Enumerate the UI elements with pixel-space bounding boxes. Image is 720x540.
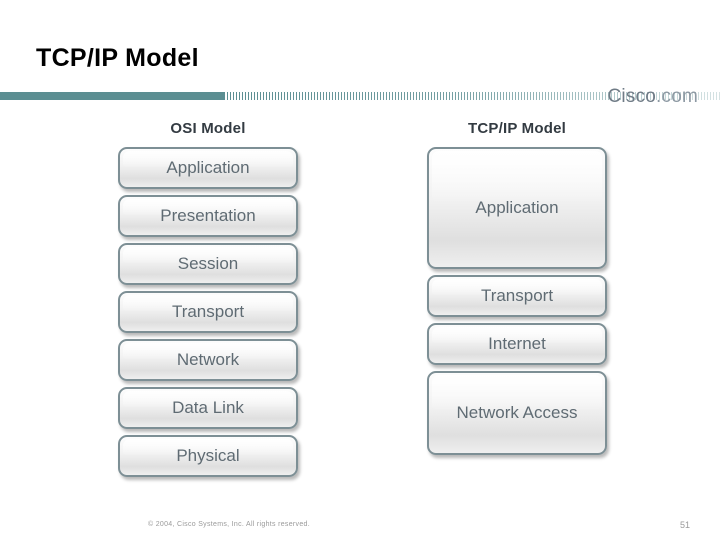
osi-model-column: OSI Model Application Presentation Sessi…	[118, 120, 298, 483]
osi-layer-data-link-label: Data Link	[172, 397, 244, 417]
osi-layer-presentation: Presentation	[118, 195, 298, 237]
osi-model-heading: OSI Model	[170, 120, 246, 137]
tcpip-layer-application: Application	[427, 147, 607, 269]
tcpip-layer-internet-label: Internet	[488, 333, 546, 353]
osi-layer-transport: Transport	[118, 291, 298, 333]
slide: TCP/IP Model Cisco.com OSI Model Applica…	[0, 0, 720, 540]
cisco-logo: Cisco.com	[608, 86, 699, 108]
osi-layer-presentation-label: Presentation	[160, 205, 256, 225]
cisco-logo-suffix: .com	[656, 86, 698, 107]
osi-layer-session: Session	[118, 243, 298, 285]
tcpip-layer-network-access: Network Access	[427, 371, 607, 455]
page-title: TCP/IP Model	[36, 44, 199, 72]
tcpip-layer-internet: Internet	[427, 323, 607, 365]
osi-layer-transport-label: Transport	[171, 301, 245, 321]
cisco-logo-text: Cisco	[607, 86, 657, 107]
osi-layer-session-label: Session	[177, 253, 239, 273]
osi-layer-data-link: Data Link	[118, 387, 298, 429]
osi-layer-network: Network	[118, 339, 298, 381]
tcpip-layer-application-label: Application	[475, 197, 559, 217]
model-comparison-diagram: OSI Model Application Presentation Sessi…	[0, 120, 720, 500]
tcpip-layer-transport-label: Transport	[480, 285, 554, 305]
tcpip-model-heading: TCP/IP Model	[468, 120, 566, 137]
footer-page-number: 51	[679, 520, 690, 530]
osi-layer-network-label: Network	[176, 349, 240, 369]
osi-layer-physical-label: Physical	[176, 445, 240, 465]
header-rule-solid	[0, 92, 224, 100]
tcpip-layer-network-access-label: Network Access	[456, 402, 578, 422]
osi-layer-application: Application	[118, 147, 298, 189]
tcpip-model-column: TCP/IP Model Application Transport Inter…	[427, 120, 607, 461]
osi-layer-physical: Physical	[118, 435, 298, 477]
footer-copyright: © 2004, Cisco Systems, Inc. All rights r…	[148, 521, 310, 528]
osi-layer-application-label: Application	[166, 157, 250, 177]
tcpip-layer-transport: Transport	[427, 275, 607, 317]
